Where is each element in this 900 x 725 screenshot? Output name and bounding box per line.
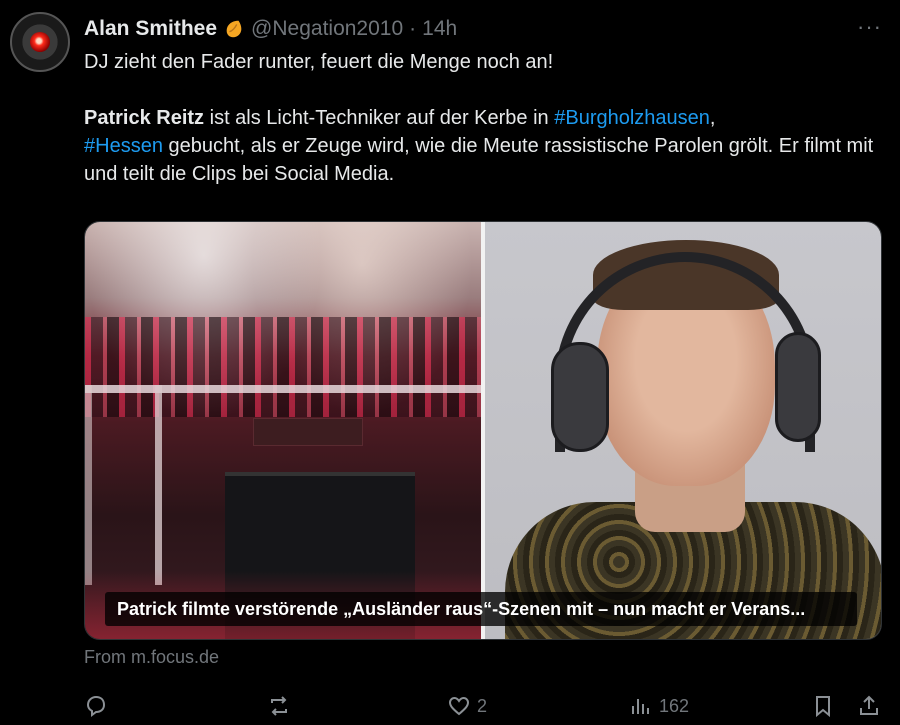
bold-name: Patrick Reitz xyxy=(84,107,205,129)
media-caption: Patrick filmte verstörende „Ausländer ra… xyxy=(105,592,857,626)
hal-eye-icon xyxy=(30,32,50,52)
like-count: 2 xyxy=(477,695,488,716)
text-part-2: gebucht, als er Zeuge wird, wie die Meut… xyxy=(84,135,874,185)
more-options-icon[interactable]: ··· xyxy=(857,14,882,40)
bookmark-button[interactable] xyxy=(811,690,835,722)
media-portrait-image xyxy=(485,222,881,639)
tweet-line-1: DJ zieht den Fader runter, feuert die Me… xyxy=(84,51,554,73)
text-part-1: ist als Licht-Techniker auf der Kerbe in xyxy=(204,107,555,129)
link-card-media[interactable]: Patrick filmte verstörende „Ausländer ra… xyxy=(84,221,882,640)
heart-icon xyxy=(448,696,470,716)
repost-button[interactable] xyxy=(267,690,291,722)
tweet-header: Alan Smithee @Negation2010 · 14h xyxy=(84,14,840,44)
share-button[interactable] xyxy=(857,690,881,722)
timestamp[interactable]: 14h xyxy=(422,17,457,41)
separator-dot: · xyxy=(409,17,417,40)
action-bar: 2 162 xyxy=(84,690,884,722)
link-source[interactable]: From m.focus.de xyxy=(84,647,219,668)
views-button[interactable]: 162 xyxy=(629,690,689,722)
verified-badge-icon xyxy=(223,18,245,40)
hashtag-burgholzhausen[interactable]: #Burgholzhausen xyxy=(554,107,710,129)
text-comma: , xyxy=(709,107,716,129)
reply-icon xyxy=(86,695,106,717)
tweet-paragraph-2: Patrick Reitz ist als Licht-Techniker au… xyxy=(84,104,874,188)
repost-icon xyxy=(271,696,287,716)
media-crowd-image xyxy=(85,222,481,639)
reply-button[interactable] xyxy=(84,690,108,722)
hashtag-hessen[interactable]: #Hessen xyxy=(84,135,163,157)
share-icon xyxy=(860,695,878,715)
tweet-text: DJ zieht den Fader runter, feuert die Me… xyxy=(84,48,874,188)
bookmark-icon xyxy=(816,696,830,718)
author-name[interactable]: Alan Smithee xyxy=(84,17,217,41)
author-handle[interactable]: @Negation2010 xyxy=(251,17,403,41)
avatar[interactable] xyxy=(10,12,70,72)
like-button[interactable]: 2 xyxy=(447,690,487,722)
views-count: 162 xyxy=(659,695,690,716)
tweet-card[interactable]: Alan Smithee @Negation2010 · 14h ··· DJ … xyxy=(0,0,900,725)
views-icon xyxy=(632,699,649,714)
